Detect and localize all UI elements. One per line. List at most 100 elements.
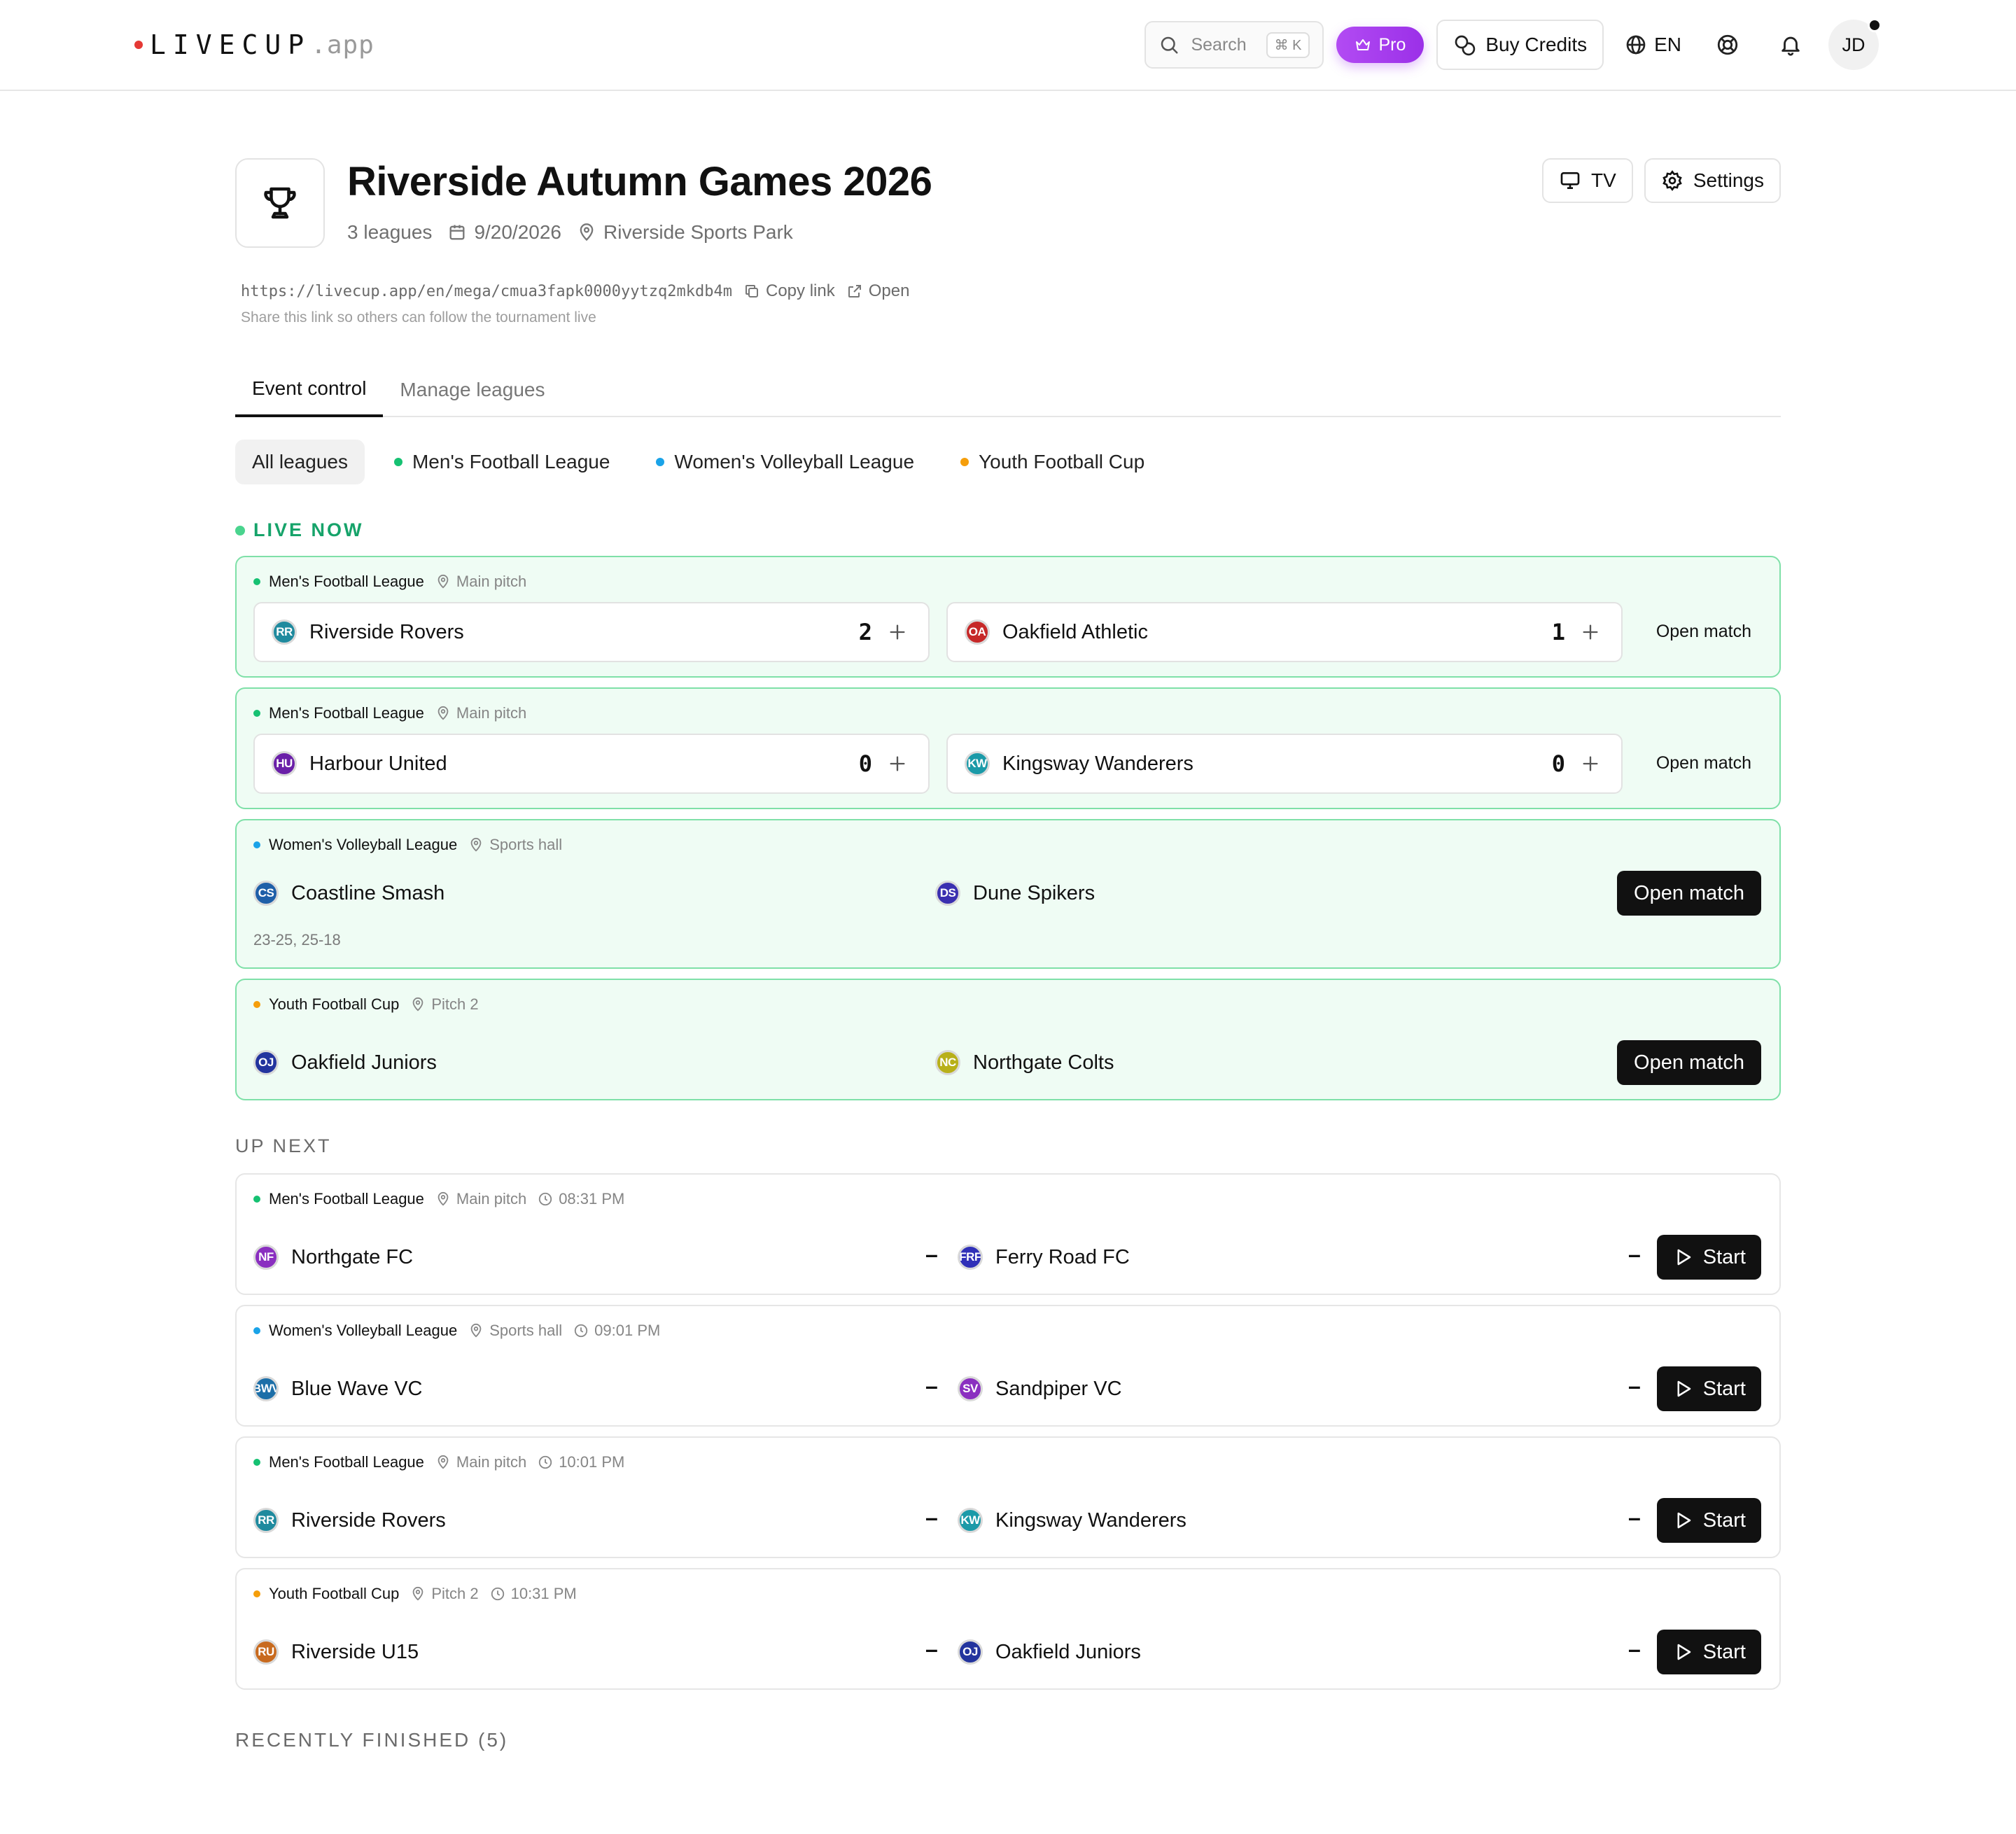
league-name: Youth Football Cup	[269, 995, 400, 1013]
team-name: Blue Wave VC	[291, 1377, 423, 1400]
settings-button[interactable]: Settings	[1644, 158, 1781, 203]
pro-label: Pro	[1378, 34, 1406, 55]
away-team-score-box: OA Oakfield Athletic 1	[946, 602, 1623, 662]
settings-label: Settings	[1693, 169, 1764, 191]
away-team: SV Sandpiper VC	[958, 1371, 1588, 1407]
live-match-card: Youth Football Cup Pitch 2 OJ Oakfield J…	[235, 979, 1781, 1100]
filter-womens-volleyball[interactable]: Women's Volleyball League	[639, 440, 931, 484]
match-league: Youth Football Cup	[253, 995, 399, 1014]
league-color-dot	[253, 1327, 260, 1334]
open-link-button[interactable]: Open	[846, 281, 910, 301]
map-pin-icon	[438, 1455, 449, 1469]
team-name: Coastline Smash	[291, 881, 445, 904]
match-time-text: 10:31 PM	[510, 1585, 577, 1602]
team-name: Northgate Colts	[973, 1051, 1114, 1074]
increment-score-button[interactable]	[883, 750, 911, 778]
match-location: Main pitch	[435, 1453, 526, 1471]
lifebuoy-icon	[1717, 34, 1738, 55]
home-team-score-box: HU Harbour United 0	[253, 734, 930, 794]
map-pin-icon	[412, 997, 424, 1011]
match-meta: Men's Football League Main pitch	[253, 704, 526, 722]
buy-credits-button[interactable]: Buy Credits	[1436, 20, 1604, 70]
share-url[interactable]: https://livecup.app/en/mega/cmua3fapk000…	[241, 283, 732, 300]
increment-score-button[interactable]	[883, 618, 911, 646]
search-placeholder: Search	[1191, 34, 1247, 55]
location-name: Pitch 2	[431, 1585, 479, 1602]
logo[interactable]: LIVECUP .app	[134, 27, 374, 63]
open-link-label: Open	[868, 281, 910, 300]
language-switcher[interactable]: EN	[1616, 20, 1690, 70]
crown-icon	[1356, 39, 1371, 50]
filter-all-leagues[interactable]: All leagues	[235, 440, 365, 484]
search-input[interactable]: Search ⌘ K	[1144, 21, 1324, 69]
open-match-link[interactable]: Open match	[1656, 753, 1751, 774]
location-name: Pitch 2	[431, 995, 479, 1013]
user-avatar[interactable]: JD	[1828, 18, 1882, 70]
search-icon	[1161, 36, 1178, 54]
team-name: Oakfield Athletic	[1002, 620, 1148, 643]
tab-manage-leagues[interactable]: Manage leagues	[383, 363, 561, 417]
league-name: Youth Football Cup	[269, 1585, 400, 1602]
tab-event-control[interactable]: Event control	[235, 363, 384, 417]
match-time-text: 08:31 PM	[559, 1190, 625, 1208]
increment-score-button[interactable]	[1576, 750, 1604, 778]
league-color-dot	[960, 458, 969, 466]
match-meta: Women's Volleyball League Sports hall	[253, 836, 562, 854]
match-league: Women's Volleyball League	[253, 1322, 457, 1340]
match-league: Men's Football League	[253, 573, 424, 591]
home-team: NF Northgate FC	[253, 1239, 953, 1275]
team-name: Riverside Rovers	[291, 1508, 446, 1532]
coins-icon	[1455, 35, 1476, 56]
map-pin-icon	[412, 1586, 424, 1601]
search-shortcut: ⌘ K	[1266, 31, 1310, 58]
away-team: NC Northgate Colts 1	[935, 1044, 1635, 1081]
start-label: Start	[1702, 1245, 1746, 1268]
league-name: Men's Football League	[269, 704, 424, 722]
filter-label: Women's Volleyball League	[674, 451, 915, 472]
copy-link-label: Copy link	[766, 281, 835, 300]
start-match-button[interactable]: Start	[1656, 1630, 1761, 1674]
match-league: Men's Football League	[253, 1190, 424, 1208]
filter-mens-football[interactable]: Men's Football League	[377, 440, 626, 484]
start-match-button[interactable]: Start	[1656, 1498, 1761, 1543]
clock-icon	[574, 1324, 588, 1338]
clock-icon	[539, 1192, 552, 1206]
tv-button[interactable]: TV	[1542, 158, 1633, 203]
match-location: Main pitch	[435, 704, 526, 722]
increment-score-button[interactable]	[1576, 618, 1604, 646]
team-badge: RR	[272, 620, 297, 645]
start-label: Start	[1702, 1508, 1746, 1532]
team-badge: NC	[935, 1050, 960, 1075]
copy-link-button[interactable]: Copy link	[743, 281, 835, 301]
team-score: 0	[858, 750, 872, 777]
team-name: Dune Spikers	[973, 881, 1096, 904]
home-score-placeholder: –	[925, 1373, 938, 1399]
filter-youth-football[interactable]: Youth Football Cup	[944, 440, 1161, 484]
open-match-button[interactable]: Open match	[1617, 871, 1761, 916]
team-badge: HU	[272, 751, 297, 776]
away-team-score-box: KW Kingsway Wanderers 0	[946, 734, 1623, 794]
away-score-placeholder: –	[1628, 1637, 1641, 1662]
team-name: Oakfield Juniors	[291, 1051, 437, 1074]
live-match-card: Men's Football League Main pitch RR Rive…	[235, 556, 1781, 678]
leagues-count: 3 leagues	[347, 221, 433, 243]
start-match-button[interactable]: Start	[1656, 1366, 1761, 1411]
open-match-button[interactable]: Open match	[1617, 1040, 1761, 1085]
match-meta: Youth Football Cup Pitch 2	[253, 995, 479, 1014]
filter-label: Men's Football League	[412, 451, 610, 472]
location-name: Main pitch	[456, 1190, 527, 1208]
home-team: OJ Oakfield Juniors 1	[253, 1044, 953, 1081]
recently-finished-header[interactable]: RECENTLY FINISHED (5)	[235, 1729, 508, 1751]
league-color-dot	[253, 1001, 260, 1008]
home-score-placeholder: –	[925, 1637, 938, 1662]
pro-button[interactable]: Pro	[1336, 27, 1424, 63]
notifications-button[interactable]	[1765, 20, 1816, 70]
home-score-placeholder: –	[925, 1242, 938, 1267]
league-name: Men's Football League	[269, 1453, 424, 1471]
match-location: Sports hall	[468, 836, 562, 854]
help-button[interactable]	[1702, 20, 1753, 70]
monitor-icon	[1560, 172, 1580, 189]
open-match-link[interactable]: Open match	[1656, 622, 1751, 642]
home-team-score-box: RR Riverside Rovers 2	[253, 602, 930, 662]
start-match-button[interactable]: Start	[1656, 1235, 1761, 1280]
